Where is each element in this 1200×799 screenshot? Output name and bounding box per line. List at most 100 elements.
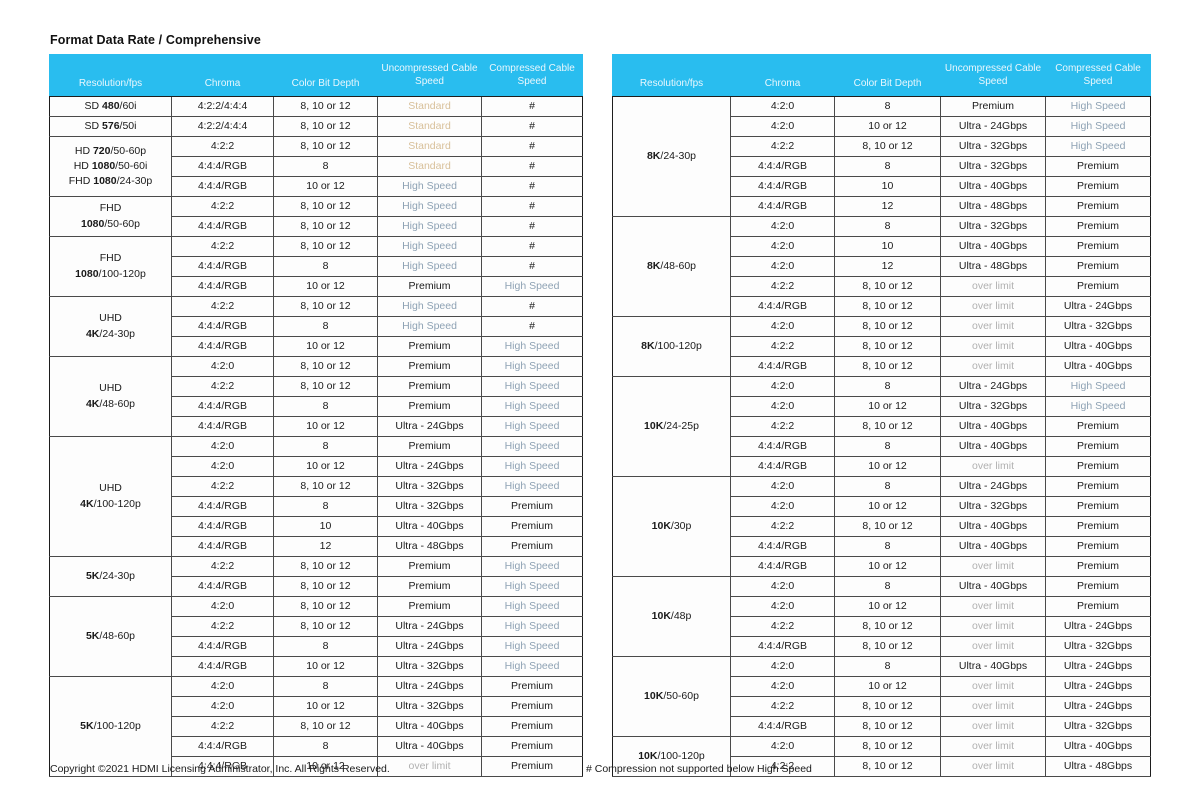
cell-chroma: 4:4:4/RGB bbox=[730, 296, 835, 317]
cell-compressed-cable-speed: # bbox=[481, 116, 583, 137]
group-label-cell: 5K/24-30p bbox=[49, 556, 172, 597]
table-row: FHD 1080/50-60p 4:2:2 8, 10 or 12 High Speed… bbox=[49, 196, 583, 237]
cell-uncompressed-cable-speed: over limit bbox=[940, 316, 1046, 337]
cell-chroma: 4:4:4/RGB bbox=[730, 176, 835, 197]
cell-chroma: 4:2:0 bbox=[730, 496, 835, 517]
cell-bitdepth: 8 bbox=[834, 536, 941, 557]
cell-bitdepth: 8, 10 or 12 bbox=[834, 416, 941, 437]
cell-bitdepth: 8 bbox=[834, 656, 941, 677]
cell-bitdepth: 8 bbox=[273, 396, 378, 417]
cell-uncompressed-cable-speed: Ultra - 32Gbps bbox=[940, 496, 1046, 517]
cell-bitdepth: 8, 10 or 12 bbox=[273, 596, 378, 617]
cell-compressed-cable-speed: Premium bbox=[481, 756, 583, 777]
cell-uncompressed-cable-speed: over limit bbox=[377, 756, 482, 777]
table-row: 10K/24-25p 4:2:0 8 Ultra - 24Gbps High Speed bbox=[612, 376, 1151, 477]
group-label-cell: FHD 1080/100-120p bbox=[49, 236, 172, 297]
cell-chroma: 4:2:0 bbox=[171, 596, 274, 617]
cell-compressed-cable-speed: Ultra - 24Gbps bbox=[1045, 616, 1151, 637]
cell-uncompressed-cable-speed: Ultra - 40Gbps bbox=[940, 436, 1046, 457]
cell-uncompressed-cable-speed: High Speed bbox=[377, 256, 482, 277]
cell-uncompressed-cable-speed: Premium bbox=[377, 576, 482, 597]
cell-uncompressed-cable-speed: over limit bbox=[940, 356, 1046, 377]
cell-uncompressed-cable-speed: Premium bbox=[377, 356, 482, 377]
cell-bitdepth: 8 bbox=[834, 156, 941, 177]
cell-chroma: 4:4:4/RGB bbox=[730, 716, 835, 737]
cell-compressed-cable-speed: High Speed bbox=[481, 656, 583, 677]
cell-bitdepth: 10 or 12 bbox=[273, 456, 378, 477]
cell-uncompressed-cable-speed: Premium bbox=[377, 596, 482, 617]
cell-uncompressed-cable-speed: Ultra - 40Gbps bbox=[940, 416, 1046, 437]
cell-compressed-cable-speed: Ultra - 24Gbps bbox=[1045, 696, 1151, 717]
cell-uncompressed-cable-speed: Ultra - 40Gbps bbox=[377, 716, 482, 737]
cell-uncompressed-cable-speed: over limit bbox=[940, 296, 1046, 317]
cell-chroma: 4:4:4/RGB bbox=[171, 636, 274, 657]
cell-chroma: 4:2:0 bbox=[730, 96, 835, 117]
cell-bitdepth: 8 bbox=[834, 96, 941, 117]
cell-bitdepth: 10 bbox=[834, 236, 941, 257]
format-data-rate-table-left: Resolution/fps Chroma Color Bit Depth Un… bbox=[49, 54, 583, 777]
cell-uncompressed-cable-speed: Ultra - 32Gbps bbox=[377, 696, 482, 717]
cell-uncompressed-cable-speed: High Speed bbox=[377, 196, 482, 217]
cell-bitdepth: 8 bbox=[273, 676, 378, 697]
cell-bitdepth: 8 bbox=[834, 476, 941, 497]
cell-uncompressed-cable-speed: Standard bbox=[377, 136, 482, 157]
cell-chroma: 4:4:4/RGB bbox=[171, 576, 274, 597]
group-label-cell: UHD 4K/48-60p bbox=[49, 356, 172, 437]
cell-chroma: 4:4:4/RGB bbox=[730, 196, 835, 217]
cell-chroma: 4:2:0 bbox=[730, 256, 835, 277]
cell-compressed-cable-speed: High Speed bbox=[481, 436, 583, 457]
cell-bitdepth: 8, 10 or 12 bbox=[834, 716, 941, 737]
cell-uncompressed-cable-speed: Ultra - 48Gbps bbox=[940, 256, 1046, 277]
cell-compressed-cable-speed: # bbox=[481, 136, 583, 157]
cell-uncompressed-cable-speed: Ultra - 32Gbps bbox=[377, 656, 482, 677]
cell-compressed-cable-speed: Premium bbox=[1045, 496, 1151, 517]
col-header-compressed: Compressed Cable Speed bbox=[1045, 54, 1151, 97]
table-row: 5K/48-60p 4:2:0 8, 10 or 12 Premium High Spe… bbox=[49, 596, 583, 677]
cell-chroma: 4:2:2 bbox=[171, 196, 274, 217]
cell-chroma: 4:4:4/RGB bbox=[171, 156, 274, 177]
cell-uncompressed-cable-speed: High Speed bbox=[377, 296, 482, 317]
cell-bitdepth: 10 or 12 bbox=[834, 396, 941, 417]
cell-uncompressed-cable-speed: over limit bbox=[940, 336, 1046, 357]
cell-chroma: 4:4:4/RGB bbox=[171, 736, 274, 757]
cell-bitdepth: 8, 10 or 12 bbox=[834, 516, 941, 537]
cell-compressed-cable-speed: High Speed bbox=[481, 376, 583, 397]
cell-compressed-cable-speed: # bbox=[481, 96, 583, 117]
col-header-uncompressed: Uncompressed Cable Speed bbox=[377, 54, 482, 97]
table-row: UHD 4K/100-120p 4:2:0 8 Premium High Speed bbox=[49, 436, 583, 557]
cell-bitdepth: 8, 10 or 12 bbox=[273, 116, 378, 137]
cell-compressed-cable-speed: # bbox=[481, 296, 583, 317]
cell-chroma: 4:4:4/RGB bbox=[730, 356, 835, 377]
cell-compressed-cable-speed: Premium bbox=[1045, 596, 1151, 617]
cell-uncompressed-cable-speed: over limit bbox=[940, 456, 1046, 477]
cell-uncompressed-cable-speed: Premium bbox=[377, 276, 482, 297]
group-label-cell: UHD 4K/24-30p bbox=[49, 296, 172, 357]
cell-uncompressed-cable-speed: Ultra - 32Gbps bbox=[940, 216, 1046, 237]
cell-compressed-cable-speed: Premium bbox=[481, 536, 583, 557]
cell-compressed-cable-speed: # bbox=[481, 236, 583, 257]
cell-chroma: 4:2:0 bbox=[730, 216, 835, 237]
cell-uncompressed-cable-speed: Premium bbox=[377, 436, 482, 457]
table-row: SD 576/50i 4:2:2/4:4:4 8, 10 or 12 Standard… bbox=[49, 116, 583, 137]
cell-chroma: 4:4:4/RGB bbox=[730, 536, 835, 557]
cell-bitdepth: 8, 10 or 12 bbox=[834, 336, 941, 357]
cell-compressed-cable-speed: High Speed bbox=[481, 276, 583, 297]
cell-uncompressed-cable-speed: Ultra - 48Gbps bbox=[940, 196, 1046, 217]
cell-bitdepth: 8 bbox=[273, 256, 378, 277]
cell-bitdepth: 8, 10 or 12 bbox=[834, 616, 941, 637]
cell-uncompressed-cable-speed: Ultra - 48Gbps bbox=[377, 536, 482, 557]
cell-chroma: 4:2:2 bbox=[171, 476, 274, 497]
cell-uncompressed-cable-speed: over limit bbox=[940, 696, 1046, 717]
cell-uncompressed-cable-speed: Premium bbox=[940, 96, 1046, 117]
cell-chroma: 4:2:2 bbox=[171, 376, 274, 397]
table-row: 10K/30p 4:2:0 8 Ultra - 24Gbps Premium bbox=[612, 476, 1151, 577]
cell-chroma: 4:4:4/RGB bbox=[171, 176, 274, 197]
cell-uncompressed-cable-speed: Ultra - 24Gbps bbox=[377, 616, 482, 637]
cell-compressed-cable-speed: High Speed bbox=[481, 616, 583, 637]
cell-bitdepth: 8, 10 or 12 bbox=[273, 216, 378, 237]
cell-chroma: 4:2:2 bbox=[171, 556, 274, 577]
table-row: HD 720/50-60p HD 1080/50-60i FHD 1080/24-3… bbox=[49, 136, 583, 197]
cell-chroma: 4:4:4/RGB bbox=[171, 656, 274, 677]
header-row: Resolution/fps Chroma Color Bit Depth Un… bbox=[49, 54, 583, 97]
col-header-bitdepth: Color Bit Depth bbox=[834, 54, 941, 97]
